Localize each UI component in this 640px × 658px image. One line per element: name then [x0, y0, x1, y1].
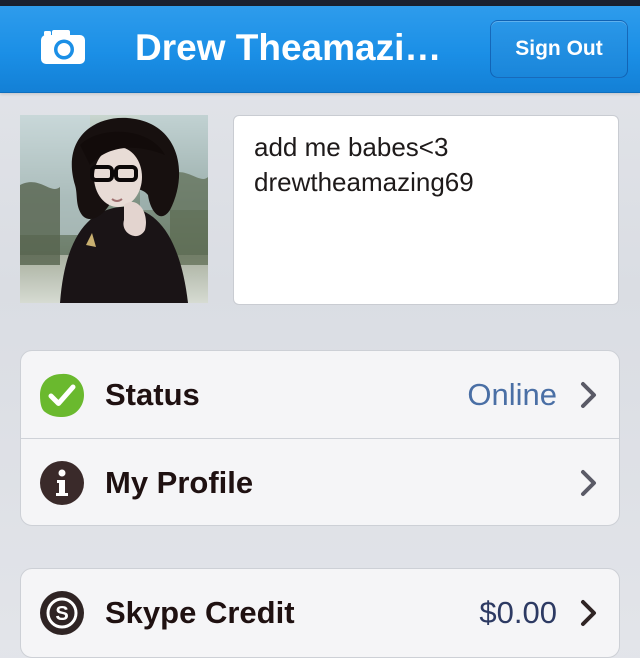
mood-message-box[interactable]: add me babes<3 drewtheamazing69	[233, 115, 619, 305]
status-row[interactable]: Status Online	[21, 351, 619, 439]
navigation-bar: Drew Theamazi… Sign Out	[0, 6, 640, 93]
camera-button[interactable]	[34, 26, 92, 70]
sign-out-button[interactable]: Sign Out	[490, 20, 628, 78]
my-profile-row[interactable]: My Profile	[21, 439, 619, 525]
profile-photo	[20, 115, 208, 303]
skype-credit-group: S Skype Credit $0.00	[20, 568, 620, 658]
skype-credit-icon: S	[39, 590, 85, 636]
camera-icon	[41, 30, 85, 64]
status-value: Online	[467, 377, 557, 412]
info-icon	[39, 460, 85, 506]
chevron-right-icon	[579, 380, 599, 410]
skype-credit-label: Skype Credit	[105, 595, 295, 630]
chevron-right-icon	[579, 598, 599, 628]
skype-credit-value: $0.00	[479, 595, 557, 630]
chevron-right-icon	[579, 468, 599, 498]
account-settings-group: Status Online My Profile	[20, 350, 620, 526]
status-online-check-icon	[39, 372, 85, 418]
svg-text:S: S	[55, 603, 68, 625]
mood-message-line: add me babes<3	[254, 132, 449, 162]
page-title: Drew Theamazi…	[135, 27, 442, 68]
status-label: Status	[105, 377, 200, 412]
skype-credit-row[interactable]: S Skype Credit $0.00	[21, 569, 619, 656]
mood-message-line: drewtheamazing69	[254, 167, 474, 197]
my-profile-label: My Profile	[105, 465, 254, 500]
avatar[interactable]	[20, 115, 208, 303]
